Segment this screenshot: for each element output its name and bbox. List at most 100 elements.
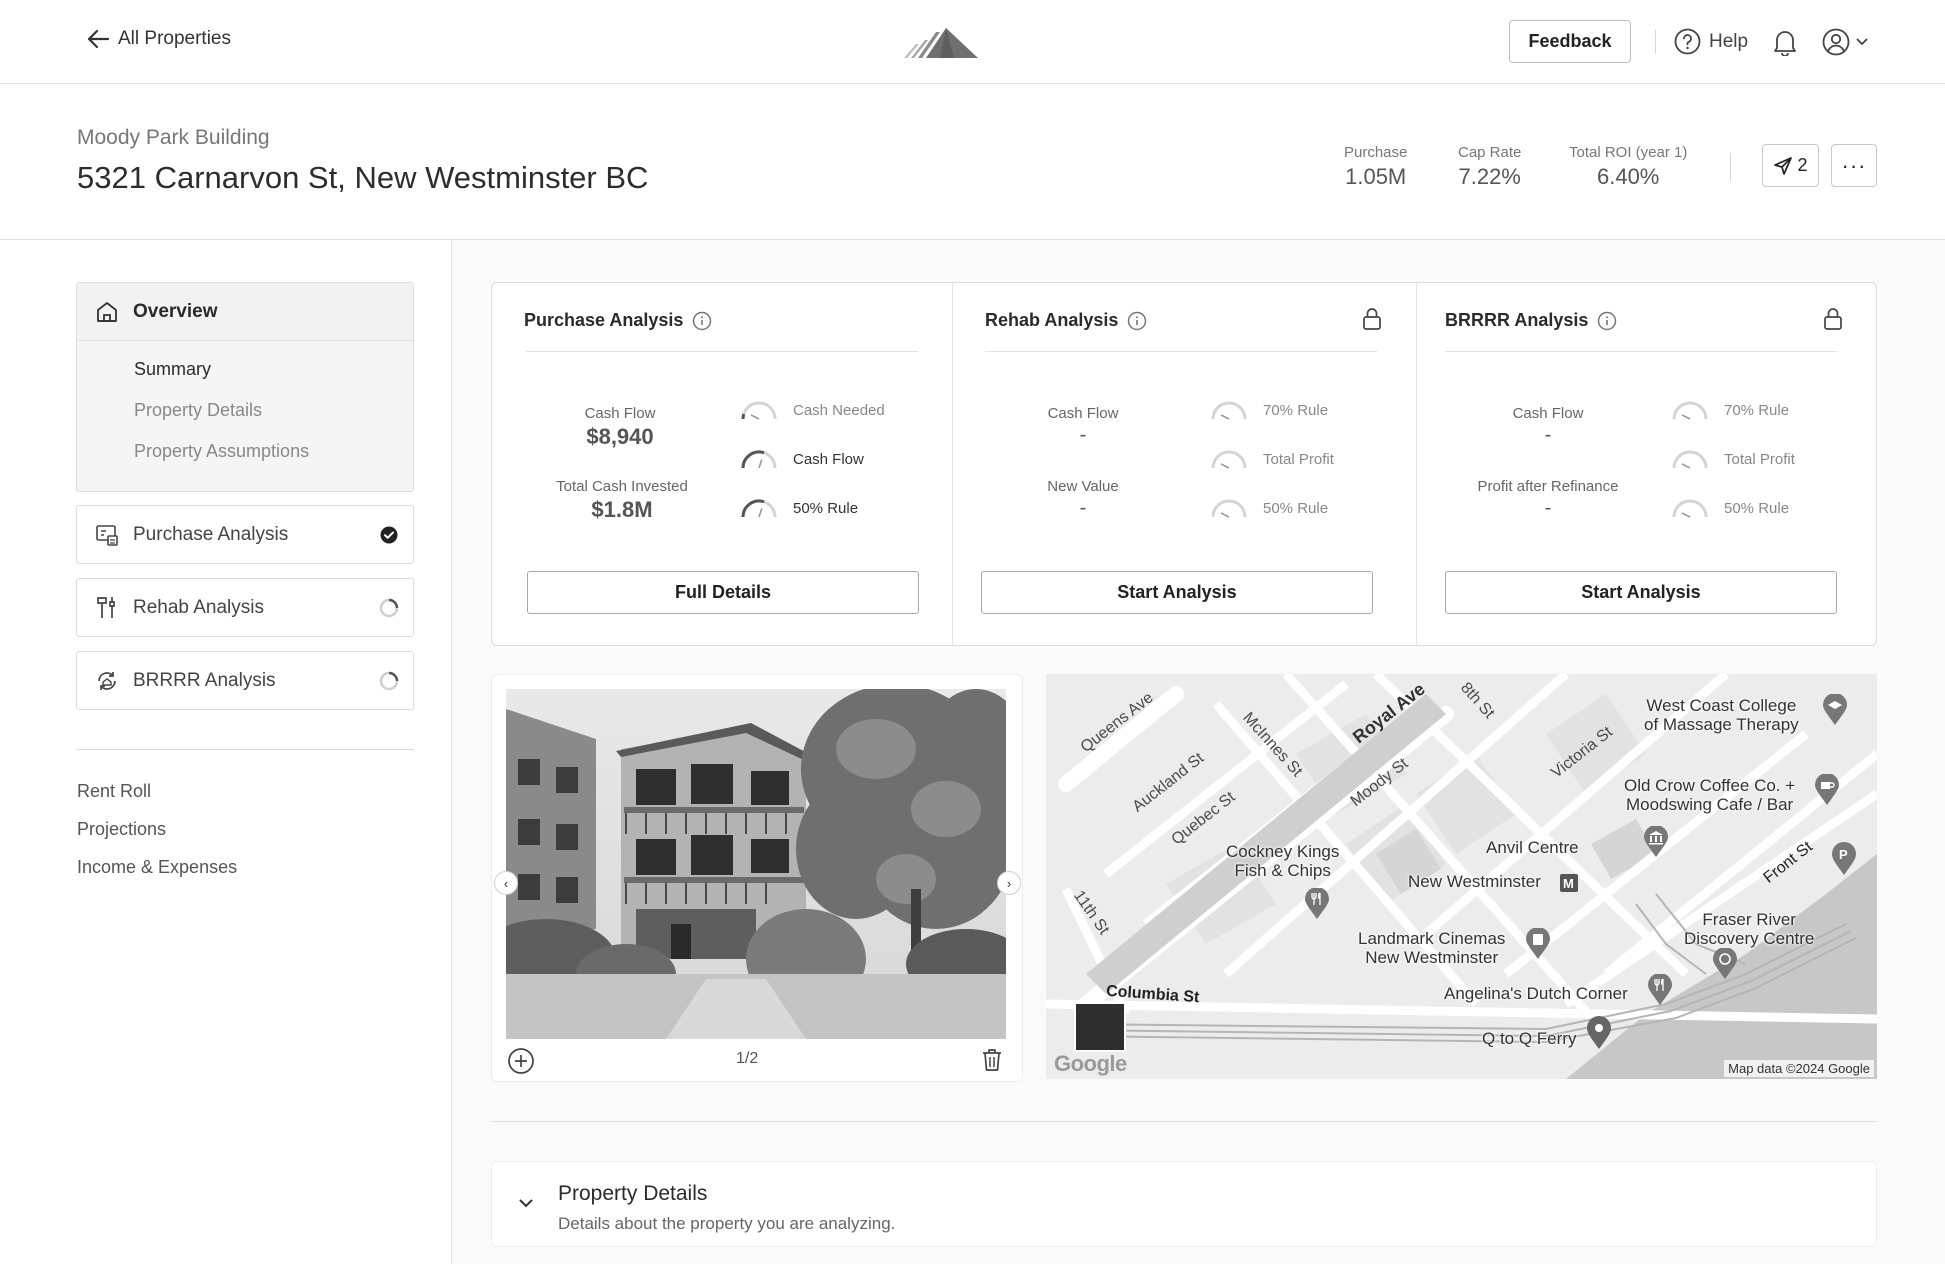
gauge-track — [1672, 499, 1708, 518]
poi-label[interactable]: Cockney Kings Fish & Chips — [1226, 842, 1339, 880]
metric-label: Profit after Refinance — [1477, 478, 1619, 495]
rehab-analysis-card: Rehab Analysis Cash Flow - New Value - 7… — [952, 283, 1416, 645]
gauge-needle — [1220, 463, 1230, 469]
restaurant-icon[interactable] — [1647, 974, 1673, 1006]
gauge-needle — [1681, 463, 1691, 469]
tools-icon — [97, 596, 115, 618]
sidebar-link-income-expenses[interactable]: Income & Expenses — [77, 857, 237, 878]
gauge-needle — [1220, 414, 1230, 420]
add-photo-icon[interactable] — [507, 1047, 535, 1075]
location-map[interactable]: Queens Ave Royal Ave 8th St McInnes St A… — [1046, 674, 1877, 1079]
gauge-label: Total Profit — [1724, 450, 1795, 468]
museum-icon[interactable] — [1643, 826, 1669, 858]
nav-label: Rehab Analysis — [133, 596, 264, 618]
school-icon[interactable] — [1822, 694, 1848, 726]
poi-label[interactable]: Angelina's Dutch Corner — [1444, 984, 1628, 1003]
gauge-needle — [758, 459, 763, 469]
gauge-needle — [758, 508, 763, 518]
back-link[interactable]: All Properties — [86, 28, 231, 50]
sidebar-item-brrrr-analysis[interactable]: BRRRR Analysis — [76, 651, 414, 710]
metric-cash-flow: Cash Flow - — [1453, 405, 1643, 447]
gauge-track — [1211, 499, 1247, 518]
more-options-button[interactable]: ··· — [1831, 144, 1877, 187]
gauge-icon — [1211, 450, 1247, 469]
sidebar-link-projections[interactable]: Projections — [77, 819, 166, 840]
trash-icon[interactable] — [981, 1047, 1003, 1073]
account-menu[interactable] — [1822, 28, 1868, 56]
help-label: Help — [1709, 30, 1749, 52]
cafe-icon[interactable] — [1814, 774, 1840, 806]
metric-label: New Value — [1047, 478, 1119, 495]
gauge-track — [1672, 401, 1708, 420]
photo-prev-button[interactable]: ‹ — [494, 871, 518, 895]
divider — [1730, 153, 1731, 181]
restaurant-icon[interactable] — [1304, 888, 1330, 920]
photo-next-button[interactable]: › — [997, 871, 1021, 895]
sidebar-item-property-assumptions[interactable]: Property Assumptions — [134, 441, 309, 462]
gauge-cash-needed: Cash Needed — [739, 397, 885, 423]
info-icon[interactable] — [1597, 311, 1617, 331]
gauge-needle — [1220, 512, 1230, 518]
sidebar-item-purchase-analysis[interactable]: Purchase Analysis — [76, 505, 414, 564]
poi-label[interactable]: New Westminster — [1408, 872, 1541, 891]
poi-label[interactable]: Q to Q Ferry — [1482, 1029, 1576, 1048]
notifications-button[interactable] — [1772, 28, 1798, 56]
sidebar-item-overview[interactable]: Overview — [77, 283, 413, 341]
metric-cash-flow: Cash Flow $8,940 — [525, 405, 715, 450]
kpi-cap-rate: Cap Rate 7.22% — [1458, 144, 1521, 190]
nav-label: BRRRR Analysis — [133, 669, 276, 691]
help-link[interactable]: Help — [1674, 28, 1748, 55]
kpi-value: 7.22% — [1458, 164, 1521, 189]
sidebar-item-rehab-analysis[interactable]: Rehab Analysis — [76, 578, 414, 637]
progress-ring-icon — [379, 671, 399, 691]
info-icon[interactable] — [692, 311, 712, 331]
full-details-button[interactable]: Full Details — [527, 571, 919, 614]
gauge-label: 70% Rule — [1724, 401, 1790, 419]
map-attribution[interactable]: Map data ©2024 Google — [1724, 1060, 1874, 1077]
property-name: Moody Park Building — [77, 126, 270, 149]
pin-icon[interactable] — [1586, 1016, 1612, 1050]
gauge-label: Cash Needed — [793, 401, 885, 419]
feedback-button[interactable]: Feedback — [1509, 20, 1631, 63]
chevron-down-icon[interactable] — [518, 1198, 534, 1208]
poi-label[interactable]: West Coast College of Massage Therapy — [1644, 696, 1799, 734]
poi-label[interactable]: Landmark Cinemas New Westminster — [1358, 929, 1505, 967]
start-rehab-analysis-button[interactable]: Start Analysis — [981, 571, 1373, 614]
poi-label[interactable]: Anvil Centre — [1486, 838, 1579, 857]
divider — [1445, 351, 1837, 352]
info-icon[interactable] — [1127, 311, 1147, 331]
overview-label: Overview — [133, 300, 218, 322]
gauge-needle — [1681, 512, 1691, 518]
sidebar: Overview Summary Property Details Proper… — [0, 240, 452, 1264]
poi-label[interactable]: Fraser River Discovery Centre — [1684, 910, 1814, 948]
map-layer-toggle[interactable] — [1074, 1002, 1126, 1052]
kpi-value: 6.40% — [1596, 164, 1660, 189]
start-brrrr-analysis-button[interactable]: Start Analysis — [1445, 571, 1837, 614]
parking-icon[interactable]: P — [1831, 842, 1857, 876]
metro-icon[interactable]: M — [1560, 874, 1578, 892]
sidebar-link-rent-roll[interactable]: Rent Roll — [77, 781, 151, 802]
property-address: 5321 Carnarvon St, New Westminster BC — [77, 160, 649, 195]
gauge-label: 50% Rule — [793, 499, 859, 517]
cinema-icon[interactable] — [1525, 928, 1551, 960]
gauge-50-rule: 50% Rule — [1209, 495, 1328, 521]
share-button[interactable]: 2 — [1762, 144, 1819, 187]
photo-counter: 1/2 — [736, 1050, 759, 1067]
metric-label: Total Cash Invested — [556, 478, 688, 495]
museum-icon[interactable] — [1712, 948, 1738, 980]
arrow-left-icon — [87, 29, 110, 49]
send-icon — [1774, 156, 1793, 175]
share-count: 2 — [1797, 155, 1808, 175]
gauge-cash-flow: Cash Flow — [739, 446, 864, 472]
gauge-icon — [741, 450, 777, 469]
gauge-70-rule: 70% Rule — [1209, 397, 1328, 423]
gauge-label: 50% Rule — [1263, 499, 1329, 517]
back-label: All Properties — [118, 28, 231, 49]
poi-label[interactable]: Old Crow Coffee Co. + Moodswing Cafe / B… — [1624, 776, 1795, 814]
sidebar-item-summary[interactable]: Summary — [134, 359, 211, 380]
brand-logo[interactable] — [904, 26, 978, 58]
divider — [526, 351, 918, 352]
property-details-section[interactable]: Property Details Details about the prope… — [491, 1161, 1877, 1247]
gauge-70-rule: 70% Rule — [1670, 397, 1789, 423]
sidebar-item-property-details[interactable]: Property Details — [134, 400, 262, 421]
